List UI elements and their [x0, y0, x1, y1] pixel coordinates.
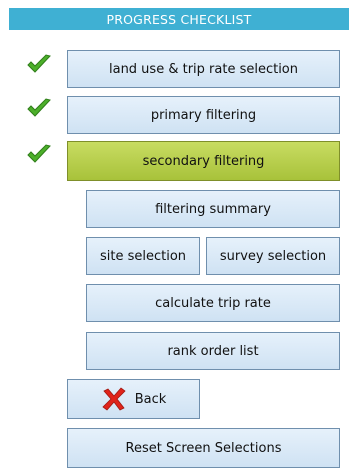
reset-screen-selections-label: Reset Screen Selections: [125, 440, 282, 456]
rank-order-list-button[interactable]: rank order list: [86, 332, 340, 370]
reset-screen-selections-button[interactable]: Reset Screen Selections: [67, 428, 340, 468]
calculate-trip-rate-button[interactable]: calculate trip rate: [86, 284, 340, 322]
back-button[interactable]: Back: [67, 379, 200, 419]
checklist-title: PROGRESS CHECKLIST: [106, 11, 252, 27]
check-icon: [26, 53, 52, 75]
site-selection-button[interactable]: site selection: [86, 237, 200, 275]
land-use-trip-rate-selection-label: land use & trip rate selection: [108, 61, 299, 77]
primary-filtering-button[interactable]: primary filtering: [67, 96, 340, 134]
filtering-summary-button[interactable]: filtering summary: [86, 190, 340, 228]
land-use-trip-rate-selection-button[interactable]: land use & trip rate selection: [67, 50, 340, 88]
check-icon: [26, 143, 52, 165]
survey-selection-label: survey selection: [219, 248, 327, 264]
survey-selection-button[interactable]: survey selection: [206, 237, 340, 275]
check-icon: [26, 97, 52, 119]
rank-order-list-label: rank order list: [167, 343, 259, 359]
primary-filtering-label: primary filtering: [150, 107, 257, 123]
close-icon: [101, 387, 127, 411]
secondary-filtering-button[interactable]: secondary filtering: [67, 141, 340, 181]
calculate-trip-rate-label: calculate trip rate: [155, 295, 271, 311]
filtering-summary-label: filtering summary: [155, 201, 271, 217]
back-label: Back: [134, 391, 167, 407]
site-selection-label: site selection: [99, 248, 187, 264]
checklist-header: PROGRESS CHECKLIST: [9, 8, 349, 30]
secondary-filtering-label: secondary filtering: [142, 153, 265, 169]
